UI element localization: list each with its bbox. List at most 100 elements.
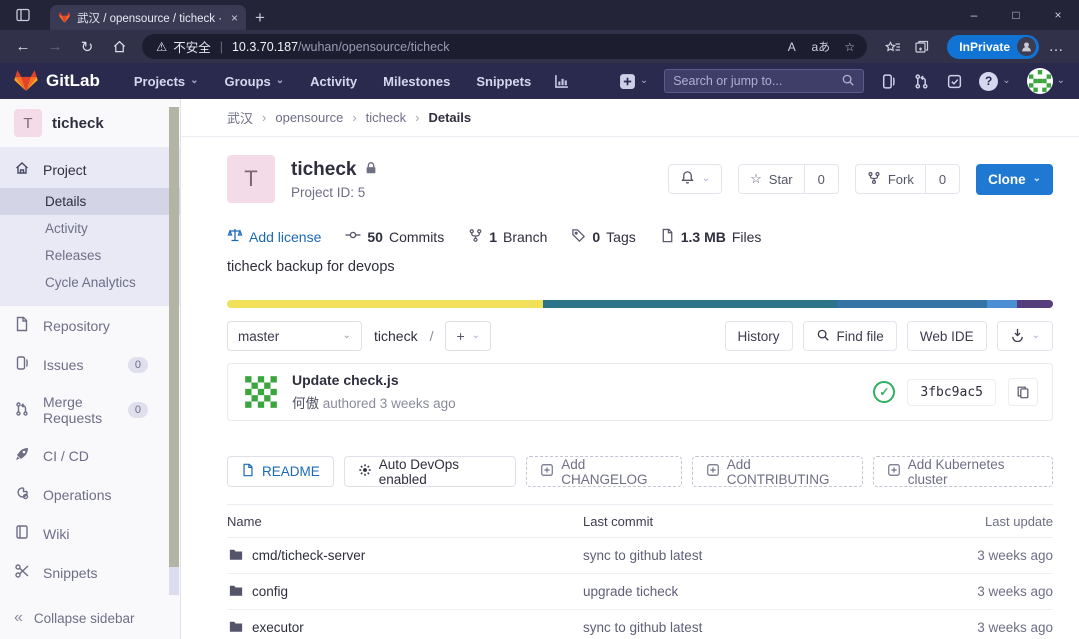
tab-actions-icon[interactable] [6, 0, 40, 30]
sidebar-item-releases[interactable]: Releases [0, 242, 180, 269]
add-license-label: Add license [249, 229, 321, 245]
sidebar-project-header[interactable]: T ticheck [0, 99, 180, 147]
todos-icon[interactable] [946, 73, 963, 90]
file-name-link[interactable]: executor [252, 620, 304, 635]
window-maximize-button[interactable]: □ [995, 0, 1037, 30]
table-row[interactable]: config upgrade ticheck 3 weeks ago [227, 574, 1053, 610]
translate-icon[interactable]: aあ [807, 34, 834, 59]
help-menu[interactable]: ? ⌄ [979, 72, 1010, 91]
fork-button[interactable]: Fork [855, 164, 926, 194]
file-name-link[interactable]: cmd/ticheck-server [252, 548, 365, 563]
sidebar-scrollbar[interactable] [169, 107, 179, 567]
user-menu[interactable]: ⌄ [1027, 68, 1065, 94]
merge-requests-icon[interactable] [913, 73, 930, 90]
history-button[interactable]: History [725, 321, 793, 351]
folder-icon [229, 620, 243, 636]
add-changelog-button[interactable]: Add CHANGELOG [526, 456, 681, 487]
sidebar-item-ci-cd[interactable]: CI / CD [0, 436, 180, 475]
new-menu-button[interactable]: ⌄ [619, 73, 648, 90]
branch-selector[interactable]: master ⌄ [227, 321, 362, 351]
address-bar[interactable]: ⚠ 不安全 | 10.3.70.187/wuhan/opensource/tic… [142, 34, 867, 59]
breadcrumb-subgroup[interactable]: opensource [275, 110, 343, 125]
browser-menu-icon[interactable]: … [1041, 33, 1071, 61]
commit-message-link[interactable]: sync to github latest [583, 548, 913, 563]
file-name-link[interactable]: config [252, 584, 288, 599]
notification-dropdown[interactable]: ⌄ [668, 164, 722, 194]
inprivate-badge[interactable]: InPrivate [947, 35, 1039, 59]
sidebar-item-label: Issues [43, 357, 83, 373]
commits-stat[interactable]: 50 Commits [345, 227, 444, 246]
issues-icon[interactable] [880, 73, 897, 90]
fork-count[interactable]: 0 [926, 164, 960, 194]
web-ide-button[interactable]: Web IDE [907, 321, 987, 351]
clone-button[interactable]: Clone ⌄ [976, 164, 1053, 195]
sidebar-item-operations[interactable]: Operations [0, 475, 180, 514]
nav-groups[interactable]: Groups⌄ [215, 74, 295, 89]
chevron-down-icon: ⌄ [1057, 76, 1065, 86]
favorites-bar-icon[interactable] [879, 34, 906, 59]
breadcrumb-separator: › [352, 110, 356, 125]
window-minimize-button[interactable]: – [953, 0, 995, 30]
sidebar-item-wiki[interactable]: Wiki [0, 514, 180, 553]
download-button[interactable]: ⌄ [997, 321, 1053, 351]
nav-snippets[interactable]: Snippets [466, 74, 541, 89]
nav-projects[interactable]: Projects⌄ [124, 74, 209, 89]
sidebar-item-issues[interactable]: Issues 0 [0, 345, 180, 384]
add-kubernetes-button[interactable]: Add Kubernetes cluster [873, 456, 1053, 487]
commit-message-link[interactable]: upgrade ticheck [583, 584, 913, 599]
star-count[interactable]: 0 [805, 164, 839, 194]
new-tab-button[interactable]: + [246, 5, 274, 30]
warning-label: 不安全 [173, 37, 211, 56]
readme-button[interactable]: README [227, 456, 334, 487]
global-search[interactable] [664, 69, 864, 93]
sidebar-item-cycle-analytics[interactable]: Cycle Analytics [0, 269, 180, 296]
search-icon [816, 328, 830, 345]
window-close-button[interactable]: × [1037, 0, 1079, 30]
files-stat[interactable]: 1.3 MB Files [660, 228, 762, 246]
window-controls: – □ × [953, 0, 1079, 30]
breadcrumb-group[interactable]: 武汉 [227, 108, 253, 127]
language-bar[interactable] [227, 300, 1053, 308]
url-text[interactable]: 10.3.70.187/wuhan/opensource/ticheck [232, 40, 450, 54]
add-file-button[interactable]: + ⌄ [445, 321, 491, 351]
collections-icon[interactable] [908, 34, 935, 59]
add-license-link[interactable]: Add license [227, 227, 321, 246]
sidebar-item-details[interactable]: Details [0, 188, 180, 215]
gitlab-home-link[interactable]: GitLab [14, 68, 100, 94]
nav-milestones[interactable]: Milestones [373, 74, 460, 89]
read-aloud-icon[interactable]: A [778, 34, 805, 59]
sidebar-item-merge-requests[interactable]: Merge Requests 0 [0, 384, 180, 436]
tab-close-icon[interactable]: × [231, 11, 238, 25]
browser-tab[interactable]: 武汉 / opensource / ticheck · Gi × [50, 5, 246, 30]
sidebar-item-project[interactable]: Project [0, 151, 180, 188]
commit-author-link[interactable]: 何傲 [292, 396, 319, 411]
home-icon[interactable] [104, 33, 134, 61]
copy-icon[interactable] [1008, 378, 1038, 406]
add-contributing-button[interactable]: Add CONTRIBUTING [692, 456, 863, 487]
commit-sha[interactable]: 3fbc9ac5 [907, 379, 996, 406]
star-button[interactable]: ☆ Star [738, 164, 805, 194]
refresh-icon[interactable]: ↻ [72, 33, 102, 61]
back-icon[interactable]: ← [8, 33, 38, 61]
search-input[interactable] [673, 74, 841, 88]
charts-icon[interactable] [553, 73, 570, 90]
find-file-button[interactable]: Find file [803, 321, 897, 351]
pipeline-passed-icon[interactable]: ✓ [873, 381, 895, 403]
breadcrumb-project[interactable]: ticheck [366, 110, 406, 125]
repo-path-root[interactable]: ticheck [374, 328, 418, 344]
nav-activity[interactable]: Activity [300, 74, 367, 89]
auto-devops-button[interactable]: Auto DevOps enabled [344, 456, 516, 487]
collapse-sidebar-button[interactable]: « Collapse sidebar [0, 597, 180, 639]
sidebar-item-activity[interactable]: Activity [0, 215, 180, 242]
table-row[interactable]: cmd/ticheck-server sync to github latest… [227, 538, 1053, 574]
add-favorite-icon[interactable]: ☆ [836, 34, 863, 59]
commit-title-link[interactable]: Update check.js [292, 372, 456, 388]
table-row[interactable]: executor sync to github latest 3 weeks a… [227, 610, 1053, 639]
sidebar-item-snippets[interactable]: Snippets [0, 553, 180, 592]
sidebar-item-repository[interactable]: Repository [0, 306, 180, 345]
branches-stat[interactable]: 1 Branch [468, 228, 547, 246]
url-path: /wuhan/opensource/ticheck [298, 40, 449, 54]
tags-stat[interactable]: 0 Tags [571, 228, 635, 246]
site-security-warning[interactable]: ⚠ 不安全 [156, 37, 211, 56]
commit-message-link[interactable]: sync to github latest [583, 620, 913, 635]
